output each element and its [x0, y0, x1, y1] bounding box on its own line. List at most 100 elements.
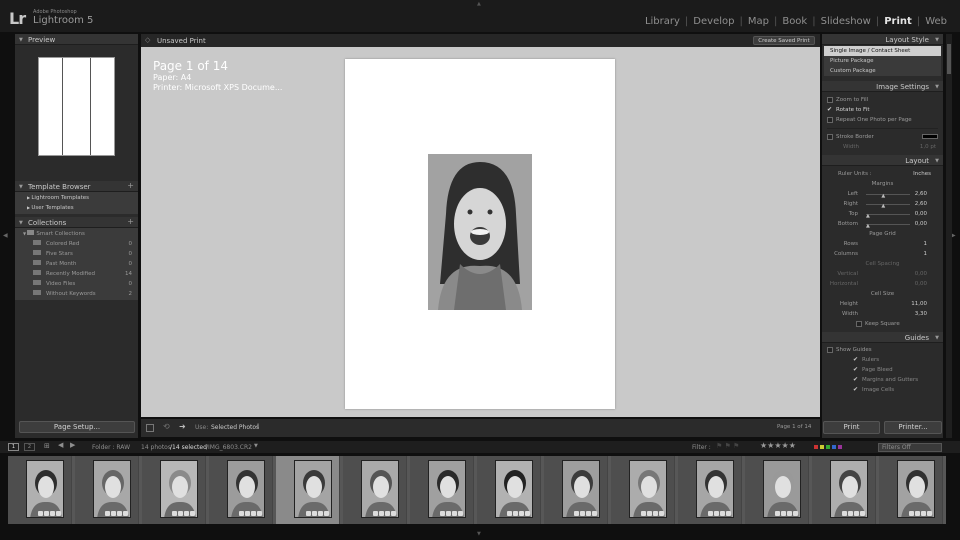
guide-checkbox[interactable]: ✔ Margins and Gutters	[827, 375, 938, 385]
slider-track[interactable]	[866, 224, 910, 225]
preview-header[interactable]: ▼ Preview	[15, 34, 138, 45]
filmstrip-thumbnail[interactable]	[544, 456, 608, 524]
margin-left-slider[interactable]: Left ▲ 2,60	[826, 189, 939, 199]
module-book[interactable]: Book	[777, 16, 812, 27]
forward-icon[interactable]: ▶	[70, 441, 75, 449]
collection-item[interactable]: Colored Red 0	[15, 239, 138, 249]
use-select-arrow-icon[interactable]: ⇕	[256, 423, 260, 429]
add-template-icon[interactable]: +	[127, 181, 134, 190]
create-saved-print-button[interactable]: Create Saved Print	[753, 36, 815, 45]
print-photo[interactable]	[428, 154, 532, 310]
filmstrip-thumbnail[interactable]	[209, 456, 273, 524]
vertical-spacing-slider[interactable]: Vertical 0,00	[826, 269, 939, 279]
filmstrip-thumbnail[interactable]	[142, 456, 206, 524]
flag-filter-icons[interactable]: ⚑ ⚑ ⚑	[716, 442, 739, 450]
margin-bottom-slider[interactable]: Bottom ▲ 0,00	[826, 219, 939, 229]
rotate-icon[interactable]: ⟲	[163, 422, 170, 431]
margin-right-slider[interactable]: Right ▲ 2,60	[826, 199, 939, 209]
slider-track[interactable]	[866, 194, 910, 195]
zoom-to-fill-checkbox[interactable]: Zoom to Fill	[827, 95, 938, 105]
filmstrip-thumbnail[interactable]	[678, 456, 742, 524]
margin-top-slider[interactable]: Top ▲ 0,00	[826, 209, 939, 219]
filmstrip-thumbnail[interactable]	[8, 456, 72, 524]
print-button[interactable]: Print	[823, 421, 880, 434]
cell-height-slider[interactable]: Height 11,00	[826, 299, 939, 309]
back-icon[interactable]: ◀	[58, 441, 63, 449]
stroke-color-swatch[interactable]	[922, 134, 938, 139]
next-page-icon[interactable]: ➜	[179, 422, 186, 431]
filmstrip-thumbnail[interactable]	[477, 456, 541, 524]
print-settings-icon[interactable]: ◇	[145, 36, 150, 44]
window-2-button[interactable]: 2	[24, 443, 35, 451]
layout-style-option[interactable]: Custom Package	[824, 66, 941, 76]
dropdown-icon[interactable]: ▼	[254, 443, 258, 449]
add-collection-icon[interactable]: +	[127, 217, 134, 226]
filmstrip-thumbnail[interactable]	[879, 456, 943, 524]
image-settings-header[interactable]: Image Settings ▼	[822, 81, 943, 92]
module-develop[interactable]: Develop	[688, 16, 739, 27]
filmstrip-thumbnail[interactable]	[75, 456, 139, 524]
repeat-one-photo-checkbox[interactable]: Repeat One Photo per Page	[827, 115, 938, 125]
module-library[interactable]: Library	[640, 16, 685, 27]
filmstrip-thumbnail[interactable]	[812, 456, 876, 524]
module-web[interactable]: Web	[920, 16, 952, 27]
template-browser-header[interactable]: ▼ Template Browser +	[15, 181, 138, 192]
yellow-label-icon[interactable]	[820, 445, 824, 449]
layout-style-option[interactable]: Picture Package	[824, 56, 941, 66]
red-label-icon[interactable]	[814, 445, 818, 449]
printer-button[interactable]: Printer...	[884, 421, 942, 434]
right-scrollbar[interactable]	[946, 34, 952, 438]
purple-label-icon[interactable]	[838, 445, 842, 449]
collection-item[interactable]: Five Stars 0	[15, 249, 138, 259]
slider-track[interactable]	[866, 204, 910, 205]
blue-label-icon[interactable]	[832, 445, 836, 449]
show-guides-checkbox[interactable]: Show Guides	[827, 345, 938, 355]
ruler-units-value[interactable]: Inches	[913, 169, 931, 179]
filters-off-select[interactable]: Filters Off	[878, 443, 942, 452]
green-label-icon[interactable]	[826, 445, 830, 449]
module-slideshow[interactable]: Slideshow	[816, 16, 876, 27]
cell-width-slider[interactable]: Width 3,30	[826, 309, 939, 319]
use-select[interactable]: Selected Photos	[211, 424, 259, 431]
rows-slider[interactable]: Rows 1	[826, 239, 939, 249]
collection-item[interactable]: Without Keywords 2	[15, 289, 138, 299]
filmstrip-thumbnail[interactable]	[343, 456, 407, 524]
filmstrip-thumbnail[interactable]	[745, 456, 809, 524]
template-folder-user[interactable]: ▶ User Templates	[15, 203, 138, 213]
collection-item[interactable]: Past Month 0	[15, 259, 138, 269]
folder-source[interactable]: Folder : RAW	[92, 444, 130, 451]
smart-collections-folder[interactable]: ▼ Smart Collections	[15, 229, 138, 239]
guide-checkbox[interactable]: ✔ Rulers	[827, 355, 938, 365]
filmstrip-thumbnail[interactable]	[276, 456, 340, 524]
slider-track[interactable]	[866, 214, 910, 215]
horizontal-spacing-slider[interactable]: Horizontal 0,00	[826, 279, 939, 289]
stroke-border-checkbox[interactable]: Stroke Border	[827, 132, 938, 142]
grid-view-icon[interactable]: ⊞	[44, 442, 50, 450]
module-print[interactable]: Print	[879, 16, 917, 27]
top-panel-toggle-icon[interactable]: ▲	[477, 1, 481, 7]
layout-header[interactable]: Layout ▼	[822, 155, 943, 166]
columns-slider[interactable]: Columns 1	[826, 249, 939, 259]
page-setup-button[interactable]: Page Setup...	[19, 421, 135, 433]
color-label-filter[interactable]	[814, 445, 842, 449]
star-rating-filter[interactable]: ★★★★★	[760, 441, 796, 450]
guide-checkbox[interactable]: ✔ Page Bleed	[827, 365, 938, 375]
page-toggle-icon[interactable]	[146, 424, 154, 432]
left-panel-toggle-icon[interactable]: ◀	[3, 232, 8, 239]
template-folder-lightroom[interactable]: ▶ Lightroom Templates	[15, 193, 138, 203]
keep-square-checkbox[interactable]: Keep Square	[826, 319, 939, 329]
layout-style-option[interactable]: Single Image / Contact Sheet	[824, 46, 941, 56]
filmstrip-thumbnail[interactable]	[410, 456, 474, 524]
scrollbar-thumb[interactable]	[947, 44, 951, 74]
rotate-to-fit-checkbox[interactable]: ✔ Rotate to Fit	[827, 105, 938, 115]
guide-checkbox[interactable]: ✔ Image Cells	[827, 385, 938, 395]
filmstrip-thumbnail[interactable]	[611, 456, 675, 524]
stroke-width-slider[interactable]: Width 1,0 pt	[827, 142, 938, 152]
module-map[interactable]: Map	[743, 16, 774, 27]
collection-item[interactable]: Video Files 0	[15, 279, 138, 289]
collections-header[interactable]: ▼ Collections +	[15, 217, 138, 228]
ruler-units-row[interactable]: Ruler Units : Inches	[826, 169, 939, 179]
guides-header[interactable]: Guides ▼	[822, 332, 943, 343]
current-filename[interactable]: /IMG_6803.CR2	[206, 444, 252, 451]
window-1-button[interactable]: 1	[8, 443, 19, 451]
